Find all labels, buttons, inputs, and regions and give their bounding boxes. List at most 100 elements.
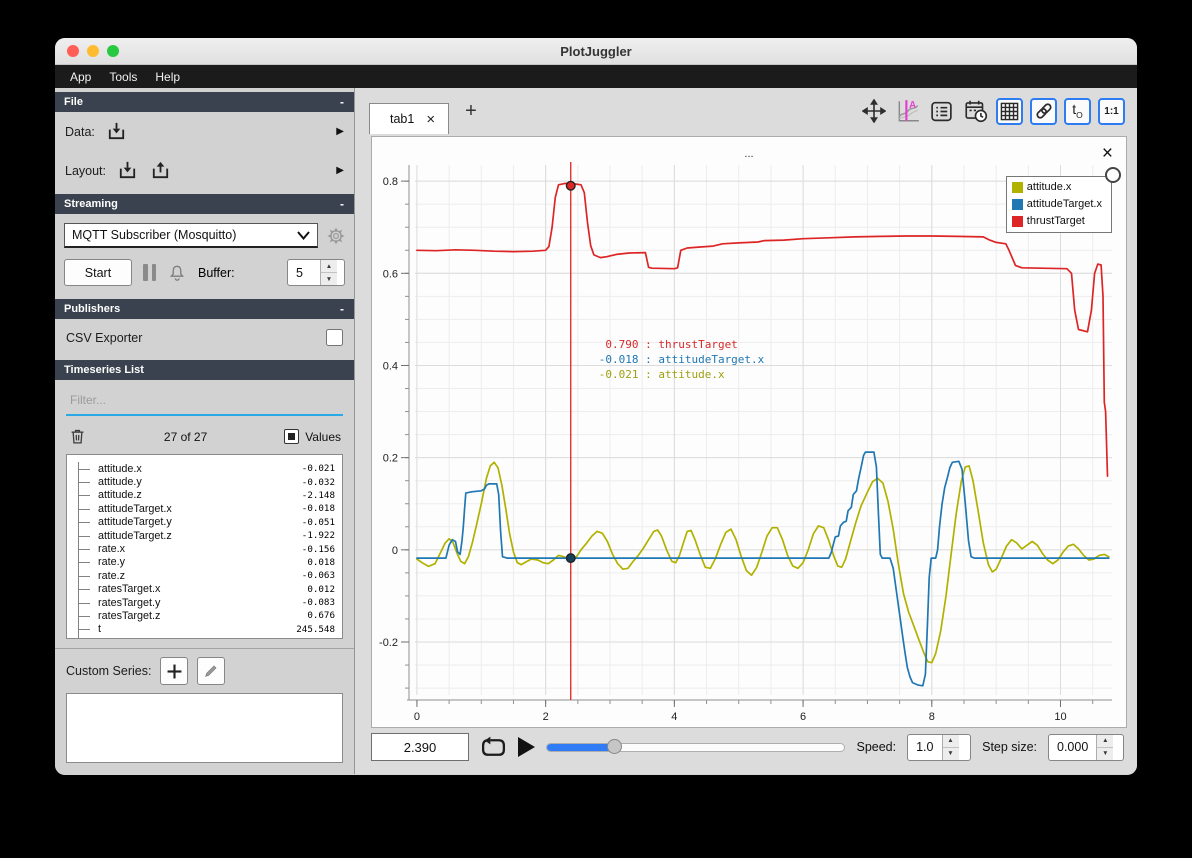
tab-close-icon[interactable]: × (426, 112, 435, 127)
plot-close-icon[interactable]: × (1102, 144, 1113, 163)
timeseries-value: -1.922 (301, 530, 335, 542)
datetime-button[interactable] (962, 98, 989, 125)
timeseries-item[interactable]: rate.y 0.018 (78, 555, 335, 570)
tree-branch-icon (78, 502, 93, 516)
csv-exporter-row: CSV Exporter (55, 319, 354, 356)
add-custom-series-button[interactable] (160, 657, 189, 685)
collapse-icon[interactable]: - (340, 302, 344, 316)
plot-legend[interactable]: attitude.x attitudeTarget.x thrustTarget (1005, 167, 1121, 233)
plot-toolbar: A tO 1:1 (860, 97, 1125, 125)
move-arrows-icon (861, 99, 886, 123)
timeseries-item[interactable]: ratesTarget.z 0.676 (78, 609, 335, 623)
link-axes-button[interactable] (1030, 97, 1057, 125)
ratio-button[interactable]: 1:1 (1098, 97, 1125, 125)
legend-item[interactable]: attitude.x (1011, 181, 1102, 193)
timeseries-item[interactable]: t 245.548 (78, 622, 335, 637)
buffer-spinbox[interactable]: 5 ▲ ▼ (287, 259, 345, 286)
data-expand-arrow-icon[interactable]: ▶ (336, 126, 344, 137)
timeseries-value: -2.148 (301, 489, 335, 501)
load-data-icon[interactable] (105, 120, 128, 143)
streaming-section-header[interactable]: Streaming - (55, 194, 354, 214)
timeseries-item[interactable]: attitudeTarget.z -1.922 (78, 528, 335, 543)
legend-corner-circle-icon[interactable] (1105, 167, 1121, 183)
trash-icon[interactable] (68, 427, 87, 446)
maximize-window-button[interactable] (107, 45, 119, 57)
menu-app[interactable]: App (61, 68, 100, 86)
plot-panel[interactable]: ... × 0 2 4 6 8 10 -0.2 0 0.2 0.4 0.6 0.8 attitude.… (371, 136, 1127, 728)
spin-up-icon[interactable]: ▲ (321, 260, 337, 273)
timeseries-item[interactable]: rate.x -0.156 (78, 542, 335, 556)
start-button[interactable]: Start (64, 259, 132, 286)
publishers-section-header[interactable]: Publishers - (55, 299, 354, 319)
legend-swatch-icon (1011, 215, 1023, 227)
legend-item[interactable]: attitudeTarget.x (1011, 198, 1102, 210)
file-section-header[interactable]: File - (55, 92, 354, 112)
buffer-value: 5 (296, 265, 303, 280)
timeseries-item[interactable]: attitude.z -2.148 (78, 488, 335, 503)
speed-spinbox[interactable]: 1.0 ▲ ▼ (907, 733, 972, 761)
timeseries-name: attitude.x (98, 462, 142, 475)
timeseries-item[interactable]: attitude.x -0.021 (78, 462, 335, 476)
load-layout-icon[interactable] (116, 159, 139, 182)
timeseries-item[interactable]: thrustTarget0.79 (78, 636, 335, 638)
streaming-source-select[interactable]: MQTT Subscriber (Mosquitto) (64, 223, 318, 248)
timeseries-item[interactable]: rate.z -0.063 (78, 569, 335, 583)
save-layout-icon[interactable] (149, 159, 172, 182)
custom-series-listbox[interactable] (66, 693, 343, 763)
grid-toggle-button[interactable] (996, 97, 1023, 125)
cursor-tracker-button[interactable]: A (894, 98, 921, 125)
timeseries-value: 0.676 (307, 610, 335, 622)
timeseries-name: ratesTarget.x (98, 583, 161, 596)
layout-label: Layout: (65, 163, 107, 178)
spin-up-icon[interactable]: ▲ (1097, 735, 1114, 748)
step-size-spinbox[interactable]: 0.000 ▲ ▼ (1048, 733, 1124, 761)
timeseries-list[interactable]: attitude.x -0.021 attitude.y -0.032 attitude… (66, 454, 343, 639)
tab-tab1[interactable]: tab1 × (369, 103, 450, 134)
streaming-settings-gear-icon[interactable] (327, 226, 345, 245)
drag-mode-button[interactable] (860, 98, 887, 125)
grid-icon (1000, 102, 1019, 120)
timeseries-item[interactable]: attitudeTarget.y -0.051 (78, 515, 335, 529)
tree-branch-icon (78, 515, 93, 529)
pause-icon[interactable] (143, 264, 156, 281)
collapse-icon[interactable]: - (340, 197, 344, 211)
menu-tools[interactable]: Tools (100, 68, 146, 86)
legend-toggle-button[interactable] (928, 98, 955, 125)
timeline-slider[interactable] (546, 738, 846, 756)
csv-exporter-checkbox[interactable] (326, 329, 343, 346)
time-offset-button[interactable]: tO (1064, 97, 1091, 125)
svg-text:0.2: 0.2 (383, 453, 398, 465)
play-button[interactable] (518, 737, 535, 757)
menu-help[interactable]: Help (146, 68, 189, 86)
minimize-window-button[interactable] (87, 45, 99, 57)
tree-branch-icon (78, 582, 93, 596)
filter-input[interactable] (68, 392, 341, 408)
pencil-icon (205, 665, 217, 677)
collapse-icon[interactable]: - (340, 95, 344, 109)
speed-value: 1.0 (916, 740, 934, 754)
timeline-slider-handle[interactable] (606, 739, 622, 754)
layout-expand-arrow-icon[interactable]: ▶ (336, 165, 344, 176)
edit-custom-series-button[interactable] (197, 657, 226, 685)
timeseries-item[interactable]: ratesTarget.x 0.012 (78, 582, 335, 596)
legend-label: thrustTarget (1026, 215, 1085, 227)
spin-down-icon[interactable]: ▼ (1097, 748, 1113, 760)
timeseries-value: -0.021 (301, 463, 335, 475)
tree-branch-icon (78, 636, 93, 638)
timeseries-section-header[interactable]: Timeseries List (55, 360, 354, 380)
add-tab-button[interactable]: + (465, 101, 477, 121)
cursor-tooltip: 0.790 : thrustTarget -0.018 : attitudeTar… (599, 337, 765, 382)
spin-up-icon[interactable]: ▲ (942, 735, 959, 748)
values-checkbox[interactable] (284, 429, 300, 444)
loop-button[interactable] (480, 736, 507, 759)
notifications-bell-icon[interactable] (167, 263, 187, 283)
time-field[interactable]: 2.390 (371, 733, 469, 761)
timeseries-item[interactable]: attitudeTarget.x -0.018 (78, 502, 335, 516)
spin-down-icon[interactable]: ▼ (321, 273, 337, 285)
timeseries-item[interactable]: attitude.y -0.032 (78, 475, 335, 489)
close-window-button[interactable] (67, 45, 79, 57)
legend-item[interactable]: thrustTarget (1011, 215, 1102, 227)
buffer-label: Buffer: (198, 265, 235, 280)
timeseries-item[interactable]: ratesTarget.y -0.083 (78, 595, 335, 610)
spin-down-icon[interactable]: ▼ (943, 748, 959, 760)
